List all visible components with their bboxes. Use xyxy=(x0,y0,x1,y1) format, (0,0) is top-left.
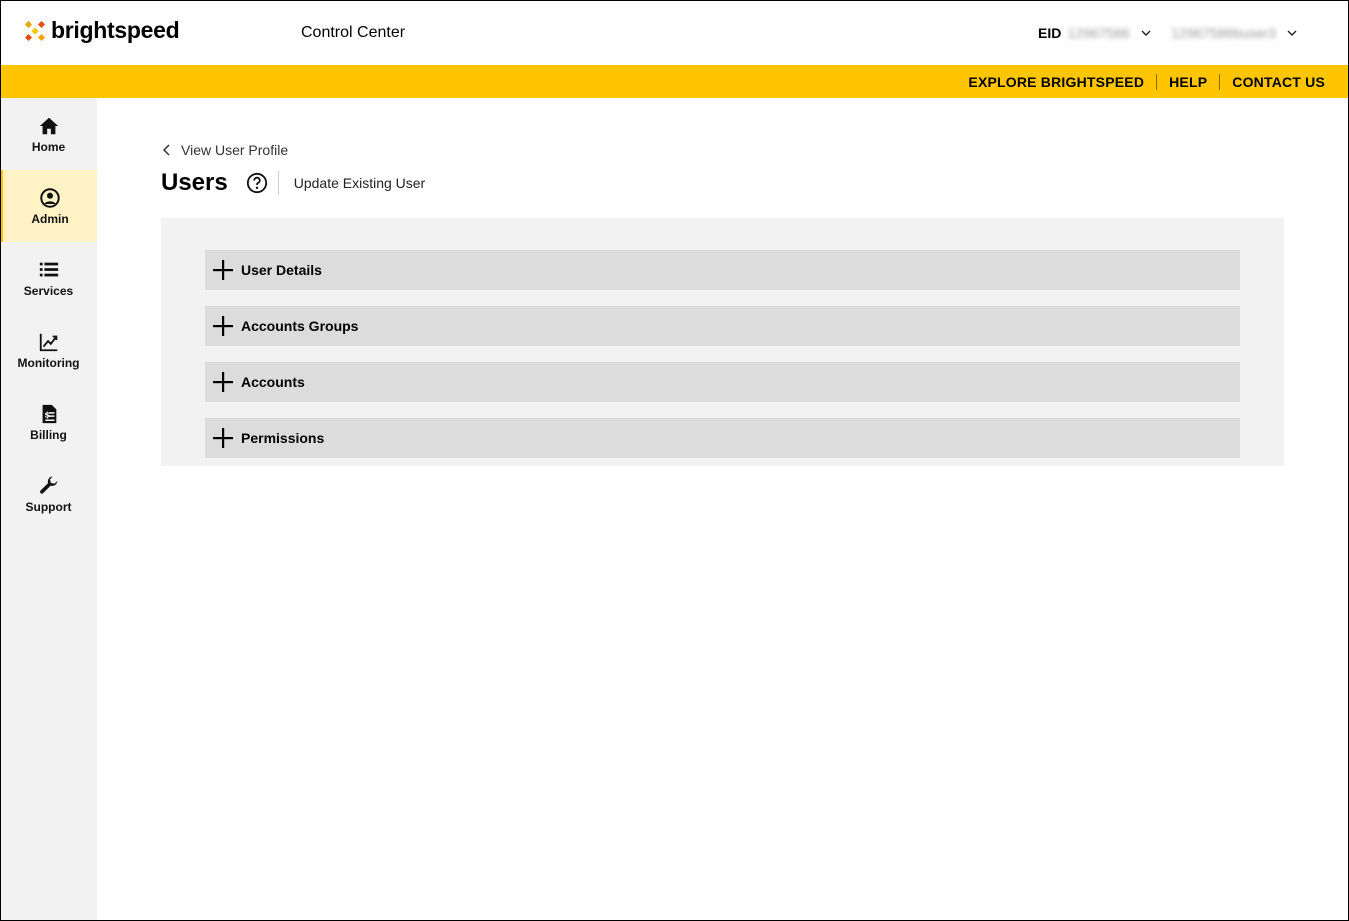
brand-logo[interactable]: brightspeed xyxy=(24,17,180,44)
accordion-accounts[interactable]: Accounts xyxy=(205,362,1240,402)
utility-bar: EXPLORE BRIGHTSPEED HELP CONTACT US xyxy=(0,65,1349,98)
sidebar-item-admin[interactable]: Admin xyxy=(0,170,97,242)
accordion-permissions[interactable]: Permissions xyxy=(205,418,1240,458)
page-subtitle: Update Existing User xyxy=(293,175,426,191)
eid-selector[interactable]: EID 12967586 xyxy=(1038,25,1152,41)
contact-us-link[interactable]: CONTACT US xyxy=(1219,73,1325,90)
sidebar-item-services[interactable]: Services xyxy=(0,242,97,314)
accordion-label: Permissions xyxy=(241,430,325,446)
list-icon xyxy=(39,262,58,276)
accordion-label: Accounts xyxy=(241,374,305,390)
sidebar-item-label: Home xyxy=(31,139,66,154)
sidebar-item-monitoring[interactable]: Monitoring xyxy=(0,314,97,386)
explore-brightspeed-link[interactable]: EXPLORE BRIGHTSPEED xyxy=(956,74,1156,90)
plus-icon xyxy=(213,316,233,336)
eid-value: 12967586 xyxy=(1067,25,1130,41)
svg-text:$: $ xyxy=(44,409,50,419)
utility-links: EXPLORE BRIGHTSPEED HELP CONTACT US xyxy=(956,65,1325,98)
back-link-label: View User Profile xyxy=(181,142,289,158)
page-title: Users xyxy=(161,169,228,196)
sidebar-item-support[interactable]: Support xyxy=(0,458,97,530)
wrench-icon xyxy=(39,475,57,494)
title-row: Users Update Existing User xyxy=(161,168,425,198)
plus-icon xyxy=(213,260,233,280)
plus-icon xyxy=(213,428,233,448)
accordion-label: User Details xyxy=(241,262,322,278)
sidebar-item-label: Admin xyxy=(31,211,69,226)
user-name: 12967586buser3 xyxy=(1171,25,1277,41)
invoice-icon: $ xyxy=(42,404,56,423)
sidebar-item-label: Support xyxy=(25,499,72,514)
chart-icon xyxy=(39,333,57,351)
sidebar-item-label: Monitoring xyxy=(17,355,80,370)
sections-panel: User Details Accounts Groups Accounts Pe… xyxy=(161,218,1284,466)
sidebar: Home Admin Services Monitoring $ Billing… xyxy=(0,98,97,921)
sidebar-item-billing[interactable]: $ Billing xyxy=(0,386,97,458)
sidebar-item-label: Services xyxy=(23,283,74,298)
accordion-label: Accounts Groups xyxy=(241,318,359,334)
user-circle-icon xyxy=(40,187,60,208)
chevron-down-icon xyxy=(1287,30,1297,36)
logo-text: brightspeed xyxy=(51,17,180,43)
title-divider xyxy=(277,171,279,195)
back-link[interactable]: View User Profile xyxy=(161,142,288,158)
help-icon[interactable] xyxy=(246,172,268,194)
header: brightspeed Control Center EID 12967586 … xyxy=(0,0,1349,65)
brightspeed-logo-icon xyxy=(24,20,46,41)
chevron-left-icon xyxy=(162,144,170,156)
sidebar-item-label: Billing xyxy=(30,427,67,442)
help-link[interactable]: HELP xyxy=(1156,73,1219,90)
plus-icon xyxy=(213,372,233,392)
sidebar-item-home[interactable]: Home xyxy=(0,98,97,170)
user-menu[interactable]: 12967586buser3 xyxy=(1171,25,1298,41)
chevron-down-icon xyxy=(1141,30,1151,36)
accordion-accounts-groups[interactable]: Accounts Groups xyxy=(205,306,1240,346)
app-title: Control Center xyxy=(301,24,406,41)
accordion-user-details[interactable]: User Details xyxy=(205,250,1240,290)
home-icon xyxy=(39,117,58,134)
eid-label: EID xyxy=(1038,25,1062,41)
